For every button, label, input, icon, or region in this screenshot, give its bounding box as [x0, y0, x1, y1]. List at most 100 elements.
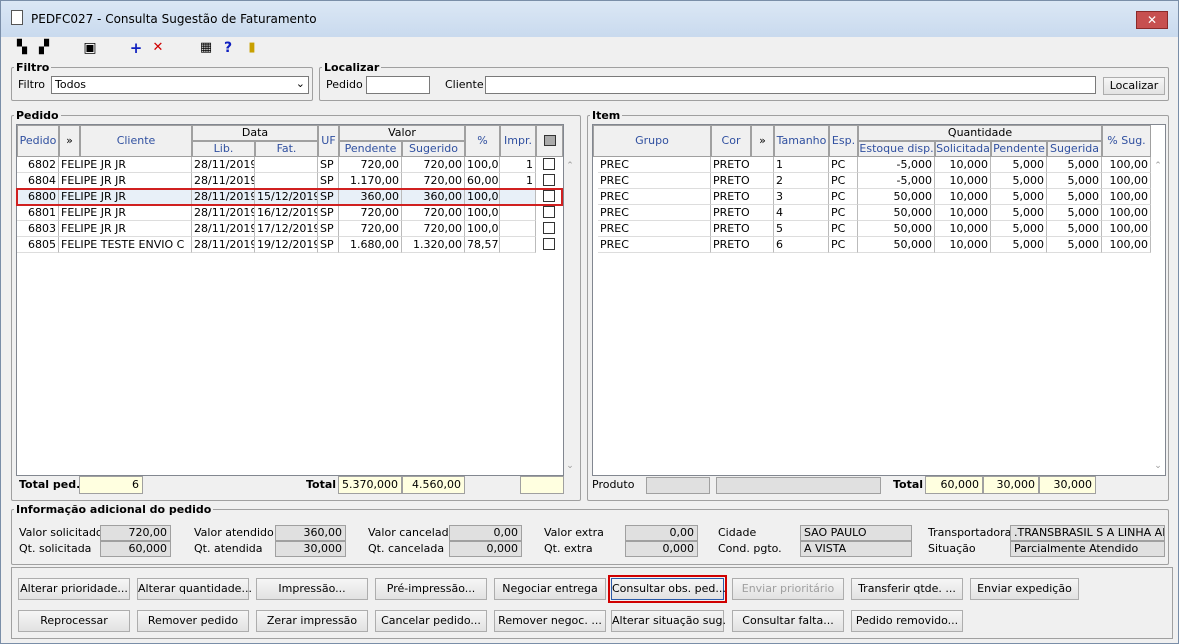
item-cell[interactable]: 4: [774, 205, 829, 221]
col-sugerida[interactable]: Sugerida: [1047, 141, 1102, 157]
col-grupo[interactable]: Grupo: [593, 125, 711, 157]
action-button[interactable]: Pré-impressão...: [375, 578, 487, 600]
col-pendente[interactable]: Pendente: [339, 141, 402, 157]
item-cell[interactable]: 5,000: [1047, 189, 1102, 205]
item-cell[interactable]: 5,000: [1047, 205, 1102, 221]
col-lib[interactable]: Lib.: [192, 141, 255, 157]
pedido-cell[interactable]: 100,00: [465, 157, 500, 173]
item-cell[interactable]: PREC: [598, 205, 711, 221]
item-cell[interactable]: 6: [774, 237, 829, 253]
item-cell[interactable]: 50,000: [858, 189, 935, 205]
item-cell[interactable]: PC: [829, 237, 858, 253]
col-cliente[interactable]: Cliente: [80, 125, 192, 157]
item-cell[interactable]: 5,000: [991, 205, 1047, 221]
item-cell[interactable]: 2: [774, 173, 829, 189]
pedido-cell[interactable]: SP: [318, 237, 339, 253]
item-cell[interactable]: 1: [774, 157, 829, 173]
pedido-cell[interactable]: SP: [318, 157, 339, 173]
pedido-cell[interactable]: 28/11/2019: [192, 173, 255, 189]
pedido-cell[interactable]: FELIPE JR JR: [59, 173, 192, 189]
col-uf[interactable]: UF: [318, 125, 339, 157]
col-select-all[interactable]: [536, 125, 563, 157]
item-cell[interactable]: PRETO: [711, 237, 774, 253]
pedido-cell[interactable]: 1.170,00: [339, 173, 402, 189]
pedido-cell[interactable]: SP: [318, 221, 339, 237]
pedido-cell[interactable]: [500, 237, 536, 253]
delete-icon[interactable]: ✕: [149, 39, 167, 57]
item-cell[interactable]: 5,000: [991, 237, 1047, 253]
item-cell[interactable]: PRETO: [711, 205, 774, 221]
exit-door-icon[interactable]: ▮: [243, 39, 261, 57]
pedido-cell[interactable]: 720,00: [339, 221, 402, 237]
item-cell[interactable]: 10,000: [935, 173, 991, 189]
scroll-down-icon[interactable]: ⌄: [563, 461, 577, 471]
col-item-pendente[interactable]: Pendente: [991, 141, 1047, 157]
col-cor[interactable]: Cor: [711, 125, 751, 157]
col-tamanho[interactable]: Tamanho: [774, 125, 829, 157]
filtro-select[interactable]: Todos ⌄: [51, 76, 309, 94]
item-cell[interactable]: 5,000: [1047, 157, 1102, 173]
help-icon[interactable]: ?: [219, 39, 237, 57]
row-checkbox[interactable]: [543, 222, 555, 234]
pedido-cell[interactable]: 60,00: [465, 173, 500, 189]
pedido-cell[interactable]: 6804: [17, 173, 59, 189]
pedido-cell[interactable]: 100,00: [465, 221, 500, 237]
item-cell[interactable]: 5,000: [1047, 173, 1102, 189]
pedido-cell[interactable]: 28/11/2019: [192, 237, 255, 253]
item-cell[interactable]: PRETO: [711, 173, 774, 189]
action-button[interactable]: Alterar quantidade...: [137, 578, 252, 600]
cliente-search-input[interactable]: [485, 76, 1096, 94]
item-cell[interactable]: 10,000: [935, 237, 991, 253]
item-cell[interactable]: PRETO: [711, 189, 774, 205]
item-cell[interactable]: PREC: [598, 189, 711, 205]
pedido-cell[interactable]: 1: [500, 173, 536, 189]
item-cell[interactable]: 5,000: [991, 157, 1047, 173]
pedido-cell[interactable]: 16/12/2019: [255, 205, 318, 221]
item-cell[interactable]: 100,00: [1102, 157, 1151, 173]
action-button[interactable]: Cancelar pedido...: [375, 610, 487, 632]
item-cell[interactable]: PC: [829, 189, 858, 205]
scroll-up-icon[interactable]: ⌃: [563, 161, 577, 171]
col-expand-arrow[interactable]: »: [59, 125, 80, 157]
action-button[interactable]: Remover negoc. ...: [494, 610, 606, 632]
col-pedido[interactable]: Pedido: [17, 125, 59, 157]
pedido-cell[interactable]: FELIPE JR JR: [59, 221, 192, 237]
pedido-cell[interactable]: SP: [318, 205, 339, 221]
item-cell[interactable]: 10,000: [935, 189, 991, 205]
col-impr[interactable]: Impr.: [500, 125, 536, 157]
pedido-cell[interactable]: 78,57: [465, 237, 500, 253]
item-cell[interactable]: 100,00: [1102, 173, 1151, 189]
pedido-cell[interactable]: [255, 157, 318, 173]
item-cell[interactable]: 5,000: [1047, 237, 1102, 253]
pedido-cell[interactable]: 6803: [17, 221, 59, 237]
pedido-cell[interactable]: 28/11/2019: [192, 221, 255, 237]
pedido-cell[interactable]: FELIPE JR JR: [59, 157, 192, 173]
item-cell[interactable]: 100,00: [1102, 189, 1151, 205]
item-scroll-up-icon[interactable]: ⌃: [1151, 161, 1165, 171]
row-checkbox[interactable]: [543, 158, 555, 170]
item-cell[interactable]: 10,000: [935, 157, 991, 173]
copy-alt-icon[interactable]: ▞: [35, 39, 53, 57]
col-item-arrow[interactable]: »: [751, 125, 774, 157]
col-esp[interactable]: Esp.: [829, 125, 858, 157]
row-checkbox[interactable]: [543, 174, 555, 186]
item-cell[interactable]: 5,000: [991, 189, 1047, 205]
item-cell[interactable]: PC: [829, 157, 858, 173]
item-cell[interactable]: -5,000: [858, 173, 935, 189]
pedido-cell[interactable]: [255, 173, 318, 189]
action-button[interactable]: Consultar falta...: [732, 610, 844, 632]
pedido-cell[interactable]: 28/11/2019: [192, 205, 255, 221]
copy-icon[interactable]: ▚: [13, 39, 31, 57]
item-cell[interactable]: PREC: [598, 237, 711, 253]
item-cell[interactable]: 10,000: [935, 221, 991, 237]
calendar-icon[interactable]: ▦: [197, 39, 215, 57]
pedido-cell[interactable]: 6805: [17, 237, 59, 253]
item-cell[interactable]: PC: [829, 205, 858, 221]
col-fat[interactable]: Fat.: [255, 141, 318, 157]
item-cell[interactable]: 5,000: [991, 221, 1047, 237]
action-button[interactable]: Consultar obs. ped...: [608, 575, 727, 603]
item-cell[interactable]: 100,00: [1102, 221, 1151, 237]
item-cell[interactable]: 50,000: [858, 205, 935, 221]
row-checkbox[interactable]: [543, 238, 555, 250]
action-button[interactable]: Impressão...: [256, 578, 368, 600]
